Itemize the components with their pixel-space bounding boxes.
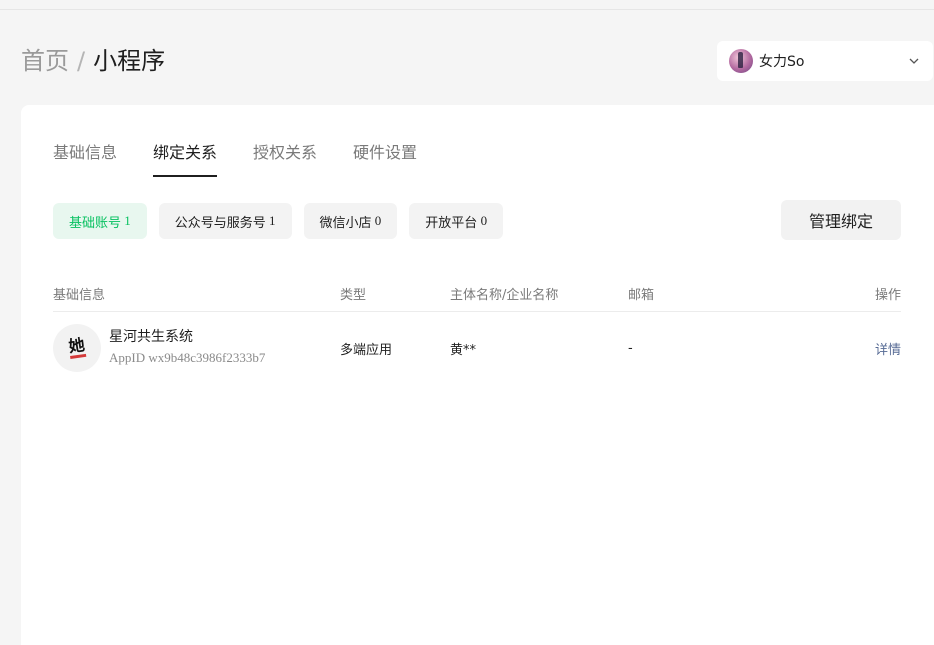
account-name: 女力So xyxy=(759,54,805,70)
tab-bindings[interactable]: 绑定关系 xyxy=(153,141,218,177)
header-email: 邮箱 xyxy=(628,287,655,303)
avatar xyxy=(729,49,753,73)
cell-email: - xyxy=(628,340,633,356)
header-subject: 主体名称/企业名称 xyxy=(450,287,559,303)
tab-basic-info[interactable]: 基础信息 xyxy=(53,141,117,177)
manage-bindings-button[interactable]: 管理绑定 xyxy=(781,200,901,240)
chip-open-platform[interactable]: 开放平台 0 xyxy=(409,203,504,239)
cell-subject: 黄** xyxy=(450,342,477,358)
table-header: 基础信息 类型 主体名称/企业名称 邮箱 操作 xyxy=(53,275,901,312)
chip-label: 基础账号 xyxy=(69,215,122,231)
chip-basic-account[interactable]: 基础账号 1 xyxy=(53,203,147,239)
breadcrumb: 首页 / 小程序 xyxy=(21,45,165,77)
app-cell: 她 星河共生系统 AppID wx9b48c3986f2333b7 xyxy=(53,324,340,372)
app-logo-text: 她 xyxy=(67,335,87,360)
app-logo: 她 xyxy=(53,324,101,372)
header-action: 操作 xyxy=(874,287,901,303)
table-row: 她 星河共生系统 AppID wx9b48c3986f2333b7 多端应用 黄… xyxy=(53,312,901,384)
chip-count: 1 xyxy=(124,213,131,228)
tab-hardware-settings[interactable]: 硬件设置 xyxy=(353,141,417,177)
chip-wechat-store[interactable]: 微信小店 0 xyxy=(303,203,398,239)
account-switcher[interactable]: 女力So xyxy=(717,41,933,81)
chip-label: 开放平台 xyxy=(425,215,478,231)
chip-label: 微信小店 xyxy=(319,215,372,231)
header-type: 类型 xyxy=(340,287,367,303)
breadcrumb-separator: / xyxy=(77,47,86,75)
page-title: 小程序 xyxy=(93,47,166,75)
chip-official-accounts[interactable]: 公众号与服务号 1 xyxy=(158,203,292,239)
chip-count: 1 xyxy=(269,213,276,228)
app-info: 星河共生系统 AppID wx9b48c3986f2333b7 xyxy=(109,327,265,369)
chip-count: 0 xyxy=(374,213,382,228)
breadcrumb-home[interactable]: 首页 xyxy=(21,45,69,77)
details-link[interactable]: 详情 xyxy=(875,343,901,358)
app-id: AppID wx9b48c3986f2333b7 xyxy=(109,350,266,365)
header-basic-info: 基础信息 xyxy=(53,287,106,303)
tab-bar: 基础信息 绑定关系 授权关系 硬件设置 xyxy=(53,141,453,177)
app-name: 星河共生系统 xyxy=(109,329,193,345)
tab-authorizations[interactable]: 授权关系 xyxy=(253,141,317,177)
bindings-table: 基础信息 类型 主体名称/企业名称 邮箱 操作 她 星河共生系统 AppID w… xyxy=(53,275,901,384)
cell-type: 多端应用 xyxy=(340,342,393,358)
top-divider xyxy=(0,0,934,10)
chevron-down-icon xyxy=(907,54,921,68)
main-card: 基础信息 绑定关系 授权关系 硬件设置 基础账号 1 公众号与服务号 1 微信小… xyxy=(21,105,934,645)
chip-count: 0 xyxy=(480,213,488,228)
binding-filter-chips: 基础账号 1 公众号与服务号 1 微信小店 0 开放平台 0 xyxy=(53,203,515,239)
chip-label: 公众号与服务号 xyxy=(174,215,266,231)
